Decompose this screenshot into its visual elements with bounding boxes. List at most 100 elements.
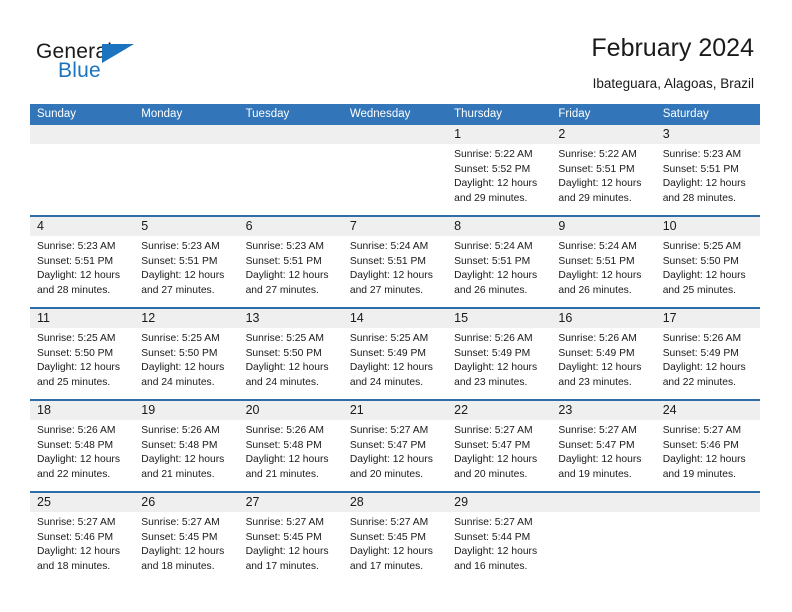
day-number-band: 12 bbox=[134, 309, 239, 328]
daylight-text-cont: and 21 minutes. bbox=[141, 468, 215, 480]
daylight-text: Daylight: 12 hours bbox=[558, 362, 642, 374]
daylight-text: Daylight: 12 hours bbox=[454, 270, 538, 282]
day-number-band: 26 bbox=[134, 493, 239, 512]
day-cell-11[interactable]: 11 Sunrise: 5:25 AM Sunset: 5:50 PM Dayligh… bbox=[30, 309, 135, 399]
sunrise-text: Sunrise: 5:26 AM bbox=[141, 425, 220, 436]
logo-word-blue: Blue bbox=[58, 59, 101, 82]
day-details: Sunrise: 5:25 AM Sunset: 5:49 PM Daylight:… bbox=[343, 328, 447, 390]
sunset-text: Sunset: 5:45 PM bbox=[245, 531, 322, 543]
day-number-band: 18 bbox=[30, 401, 135, 420]
sunset-text: Sunset: 5:51 PM bbox=[558, 163, 635, 175]
day-cell-18[interactable]: 18 Sunrise: 5:26 AM Sunset: 5:48 PM Dayligh… bbox=[30, 401, 135, 491]
daylight-text-cont: and 25 minutes. bbox=[662, 284, 736, 296]
day-details bbox=[30, 144, 134, 148]
day-cell-2[interactable]: 2 Sunrise: 5:22 AM Sunset: 5:51 PM Daylight… bbox=[551, 125, 656, 215]
calendar-week-row: 25 Sunrise: 5:27 AM Sunset: 5:46 PM Dayligh… bbox=[30, 491, 760, 583]
day-cell-26[interactable]: 26 Sunrise: 5:27 AM Sunset: 5:45 PM Dayligh… bbox=[134, 493, 239, 583]
day-number-band bbox=[551, 493, 656, 512]
day-details: Sunrise: 5:26 AM Sunset: 5:48 PM Daylight:… bbox=[30, 420, 134, 482]
day-number-band: 15 bbox=[447, 309, 552, 328]
day-cell-14[interactable]: 14 Sunrise: 5:25 AM Sunset: 5:49 PM Dayligh… bbox=[342, 309, 448, 399]
day-number-band: 21 bbox=[342, 401, 448, 420]
day-details: Sunrise: 5:25 AM Sunset: 5:50 PM Daylight:… bbox=[134, 328, 238, 390]
day-number: 2 bbox=[558, 127, 566, 141]
sunset-text: Sunset: 5:50 PM bbox=[141, 347, 218, 359]
day-cell-27[interactable]: 27 Sunrise: 5:27 AM Sunset: 5:45 PM Dayligh… bbox=[238, 493, 343, 583]
day-details: Sunrise: 5:26 AM Sunset: 5:49 PM Daylight:… bbox=[656, 328, 760, 390]
day-number: 26 bbox=[141, 495, 156, 509]
day-number: 18 bbox=[37, 403, 51, 417]
day-cell-empty bbox=[655, 493, 760, 583]
day-cell-15[interactable]: 15 Sunrise: 5:26 AM Sunset: 5:49 PM Dayligh… bbox=[447, 309, 552, 399]
day-cell-7[interactable]: 7 Sunrise: 5:24 AM Sunset: 5:51 PM Daylight… bbox=[342, 217, 448, 307]
daylight-text-cont: and 24 minutes. bbox=[349, 376, 424, 388]
day-details: Sunrise: 5:25 AM Sunset: 5:50 PM Daylight:… bbox=[239, 328, 343, 390]
day-cell-13[interactable]: 13 Sunrise: 5:25 AM Sunset: 5:50 PM Dayligh… bbox=[238, 309, 343, 399]
day-cell-5[interactable]: 5 Sunrise: 5:23 AM Sunset: 5:51 PM Daylight… bbox=[134, 217, 239, 307]
sunrise-text: Sunrise: 5:26 AM bbox=[37, 425, 116, 436]
day-cell-16[interactable]: 16 Sunrise: 5:26 AM Sunset: 5:49 PM Dayligh… bbox=[551, 309, 656, 399]
day-cell-4[interactable]: 4 Sunrise: 5:23 AM Sunset: 5:51 PM Daylight… bbox=[30, 217, 135, 307]
day-cell-6[interactable]: 6 Sunrise: 5:23 AM Sunset: 5:51 PM Daylight… bbox=[238, 217, 343, 307]
day-cell-10[interactable]: 10 Sunrise: 5:25 AM Sunset: 5:50 PM Dayligh… bbox=[655, 217, 760, 307]
daylight-text: Daylight: 12 hours bbox=[37, 270, 120, 282]
day-number-band: 7 bbox=[342, 217, 448, 236]
day-cell-12[interactable]: 12 Sunrise: 5:25 AM Sunset: 5:50 PM Dayligh… bbox=[134, 309, 239, 399]
day-cell-19[interactable]: 19 Sunrise: 5:26 AM Sunset: 5:48 PM Dayligh… bbox=[134, 401, 239, 491]
day-details: Sunrise: 5:26 AM Sunset: 5:48 PM Daylight:… bbox=[239, 420, 343, 482]
sunrise-text: Sunrise: 5:26 AM bbox=[454, 333, 533, 344]
day-cell-24[interactable]: 24 Sunrise: 5:27 AM Sunset: 5:46 PM Dayligh… bbox=[655, 401, 760, 491]
day-number-band: 20 bbox=[238, 401, 343, 420]
day-number-band: 22 bbox=[447, 401, 552, 420]
day-cell-empty bbox=[551, 493, 656, 583]
day-number: 19 bbox=[141, 403, 156, 417]
sunset-text: Sunset: 5:44 PM bbox=[454, 531, 531, 543]
day-details: Sunrise: 5:27 AM Sunset: 5:45 PM Daylight:… bbox=[134, 512, 238, 574]
calendar-week-row: 1 Sunrise: 5:22 AM Sunset: 5:52 PM Daylight… bbox=[30, 125, 760, 215]
day-number-band: 4 bbox=[30, 217, 135, 236]
day-number-band: 3 bbox=[655, 125, 760, 144]
sunrise-text: Sunrise: 5:24 AM bbox=[454, 241, 533, 252]
daylight-text-cont: and 28 minutes. bbox=[662, 192, 736, 204]
sunrise-text: Sunrise: 5:27 AM bbox=[141, 517, 220, 528]
day-number-band: 11 bbox=[30, 309, 135, 328]
daylight-text-cont: and 16 minutes. bbox=[454, 560, 528, 572]
day-details bbox=[239, 144, 343, 148]
daylight-text: Daylight: 12 hours bbox=[454, 362, 538, 374]
day-details: Sunrise: 5:24 AM Sunset: 5:51 PM Daylight:… bbox=[447, 236, 551, 298]
day-cell-25[interactable]: 25 Sunrise: 5:27 AM Sunset: 5:46 PM Dayligh… bbox=[30, 493, 135, 583]
day-cell-28[interactable]: 28 Sunrise: 5:27 AM Sunset: 5:45 PM Dayligh… bbox=[342, 493, 448, 583]
calendar-week-row: 18 Sunrise: 5:26 AM Sunset: 5:48 PM Dayligh… bbox=[30, 399, 760, 491]
day-cell-23[interactable]: 23 Sunrise: 5:27 AM Sunset: 5:47 PM Dayligh… bbox=[551, 401, 656, 491]
day-number: 23 bbox=[558, 403, 573, 417]
day-number-band: 28 bbox=[342, 493, 448, 512]
day-cell-29[interactable]: 29 Sunrise: 5:27 AM Sunset: 5:44 PM Dayligh… bbox=[447, 493, 552, 583]
day-cell-8[interactable]: 8 Sunrise: 5:24 AM Sunset: 5:51 PM Daylight… bbox=[447, 217, 552, 307]
daylight-text-cont: and 27 minutes. bbox=[349, 284, 424, 296]
daylight-text: Daylight: 12 hours bbox=[558, 454, 642, 466]
day-details bbox=[656, 512, 760, 516]
sunrise-text: Sunrise: 5:24 AM bbox=[349, 241, 429, 252]
daylight-text-cont: and 20 minutes. bbox=[454, 468, 528, 480]
day-details: Sunrise: 5:23 AM Sunset: 5:51 PM Daylight:… bbox=[239, 236, 343, 298]
day-cell-20[interactable]: 20 Sunrise: 5:26 AM Sunset: 5:48 PM Dayligh… bbox=[238, 401, 343, 491]
day-number-band bbox=[655, 493, 760, 512]
day-cell-9[interactable]: 9 Sunrise: 5:24 AM Sunset: 5:51 PM Daylight… bbox=[551, 217, 656, 307]
daylight-text-cont: and 18 minutes. bbox=[141, 560, 215, 572]
day-details: Sunrise: 5:27 AM Sunset: 5:45 PM Daylight:… bbox=[343, 512, 447, 574]
day-cell-empty bbox=[30, 125, 135, 215]
sunrise-text: Sunrise: 5:27 AM bbox=[349, 425, 429, 436]
sunset-text: Sunset: 5:47 PM bbox=[349, 439, 426, 451]
day-cell-1[interactable]: 1 Sunrise: 5:22 AM Sunset: 5:52 PM Daylight… bbox=[447, 125, 552, 215]
day-cell-22[interactable]: 22 Sunrise: 5:27 AM Sunset: 5:47 PM Dayligh… bbox=[447, 401, 552, 491]
day-number-band: 1 bbox=[447, 125, 552, 144]
day-number: 11 bbox=[37, 311, 50, 325]
day-details bbox=[343, 144, 447, 148]
sunrise-text: Sunrise: 5:26 AM bbox=[245, 425, 324, 436]
page-title: February 2024 bbox=[591, 34, 754, 62]
day-number: 28 bbox=[349, 495, 364, 509]
day-cell-3[interactable]: 3 Sunrise: 5:23 AM Sunset: 5:51 PM Daylight… bbox=[655, 125, 760, 215]
calendar-table: Sunday Monday Tuesday Wednesday Thursday Frid… bbox=[30, 104, 760, 583]
day-cell-17[interactable]: 17 Sunrise: 5:26 AM Sunset: 5:49 PM Dayligh… bbox=[655, 309, 760, 399]
day-cell-21[interactable]: 21 Sunrise: 5:27 AM Sunset: 5:47 PM Dayligh… bbox=[342, 401, 448, 491]
